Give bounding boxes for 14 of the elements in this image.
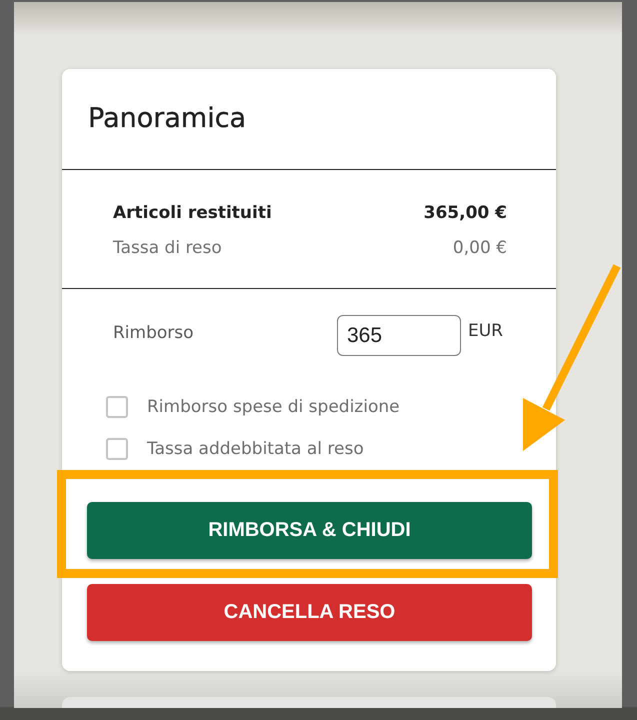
checkbox[interactable] — [106, 396, 128, 418]
amount-text: 0,00 € — [452, 237, 507, 260]
confirm-button[interactable]: RIMBORSA & CHIUDI — [87, 502, 532, 559]
refund-label: Rimborso — [113, 323, 195, 343]
card-title: Panoramica — [88, 102, 246, 136]
refund-input[interactable]: 365 — [337, 315, 461, 356]
cancel-button[interactable]: CANCELLA RESO — [87, 584, 532, 641]
summary-label: Articoli restituiti — [113, 202, 272, 225]
checkbox-label: Rimborso spese di spedizione — [147, 396, 400, 418]
checkbox-label: Tassa addebbitata al reso — [147, 438, 364, 460]
checkbox[interactable] — [106, 438, 128, 460]
amount-text: 365,00 € — [424, 202, 507, 225]
currency-label: EUR — [468, 321, 503, 341]
summary-label: Tassa di reso — [113, 237, 222, 260]
